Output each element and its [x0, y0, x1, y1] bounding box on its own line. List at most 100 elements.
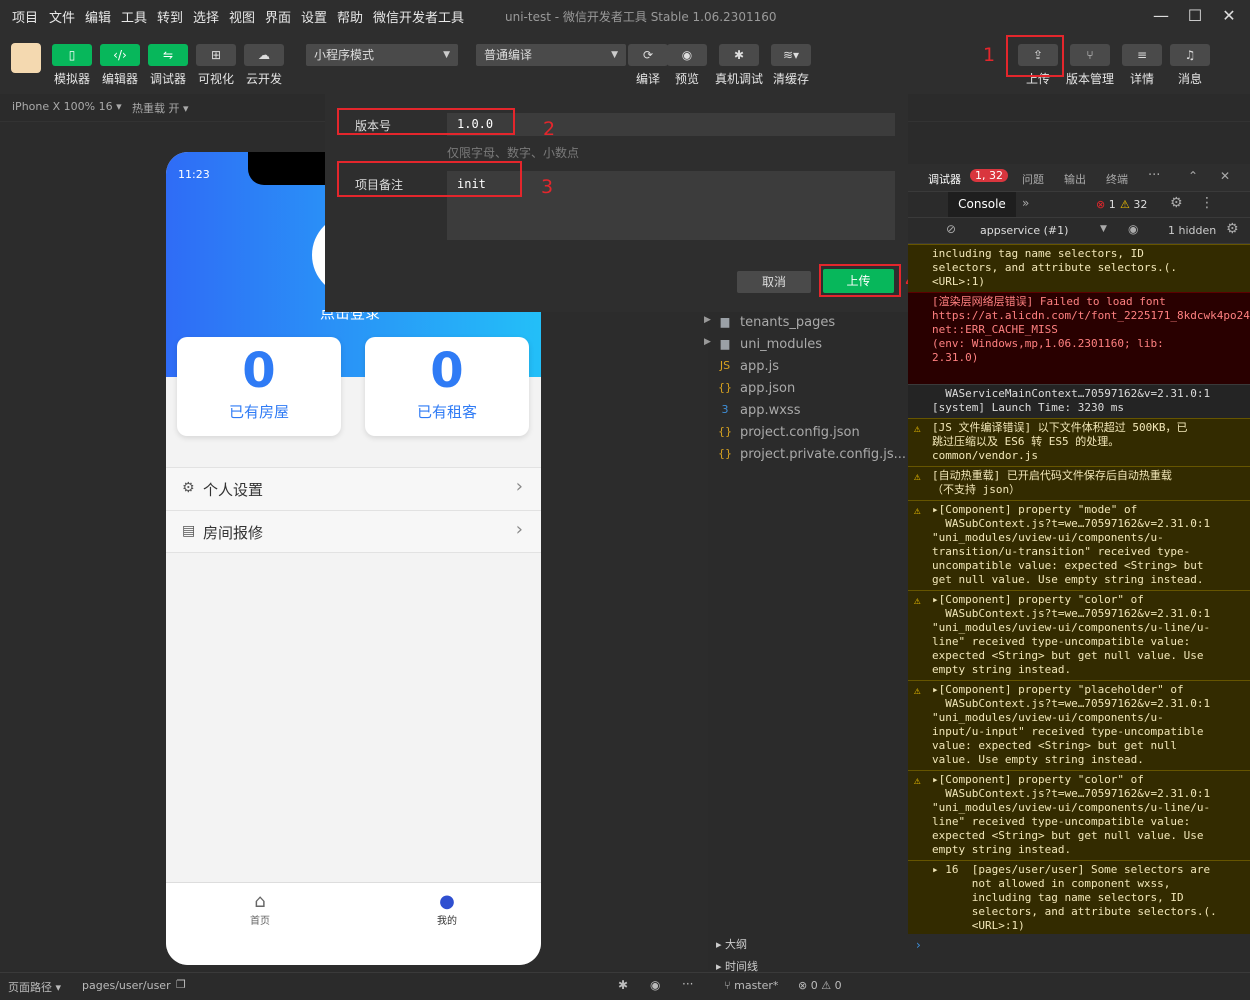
compile-select[interactable]: 普通编译 ▼ — [476, 44, 626, 66]
close-icon[interactable]: ✕ — [1220, 169, 1230, 183]
preview-button[interactable]: ◉ — [667, 44, 707, 66]
close-icon[interactable]: ✕ — [1214, 4, 1244, 28]
minimize-icon[interactable]: — — [1146, 4, 1176, 28]
chevron-right-icon: ▶ — [704, 315, 711, 325]
file-name: project.config.json — [740, 425, 860, 440]
stat-card-tenants[interactable]: 0 已有租客 — [365, 337, 529, 436]
folder-icon: ▆ — [720, 315, 730, 328]
console-prompt-icon[interactable]: › — [916, 938, 921, 952]
menu-select[interactable]: 选择 — [193, 7, 219, 26]
device-select[interactable]: iPhone X 100% 16 ▾ — [12, 100, 122, 113]
kebab-icon[interactable]: ⋮ — [1200, 195, 1214, 211]
layout-icon: ⊞ — [210, 48, 222, 62]
log-entry[interactable]: ▸ 16 [pages/user/user] Some selectors ar… — [908, 860, 1250, 934]
eye-icon[interactable]: ◉ — [650, 978, 660, 992]
clear-cache-button[interactable]: ≋▾ — [771, 44, 811, 66]
file-item[interactable]: 3 app.wxss — [722, 403, 801, 418]
block-icon[interactable]: ⊘ — [946, 222, 956, 236]
mode-select[interactable]: 小程序模式 ▼ — [306, 44, 458, 66]
css-file-icon: 3 — [721, 403, 729, 416]
copy-icon[interactable]: ❐ — [176, 978, 186, 991]
collapse-icon[interactable]: ⌃ — [1188, 169, 1198, 183]
file-item[interactable]: ▶ ▆ uni_modules — [704, 337, 822, 352]
tab-console[interactable]: Console — [948, 192, 1016, 217]
file-item[interactable]: {} project.config.json — [718, 425, 860, 440]
log-entry[interactable]: ⚠ ▸[Component] property "placeholder" of … — [908, 680, 1250, 770]
hotreload-select[interactable]: 热重载 开 ▾ — [132, 100, 189, 116]
branch-icon: ⑂ — [724, 979, 731, 992]
log-text: WAServiceMainContext…70597162&v=2.31.0:1… — [932, 387, 1211, 414]
log-entry[interactable]: ⚠ ▸[Component] property "color" of WASubC… — [908, 770, 1250, 860]
menu-help[interactable]: 帮助 — [337, 7, 363, 26]
page-path-select[interactable]: 页面路径 ▾ — [8, 979, 61, 995]
menu-interface[interactable]: 界面 — [265, 7, 291, 26]
tab-problems[interactable]: 问题 — [1022, 171, 1044, 187]
remote-debug-button[interactable]: ✱ — [719, 44, 759, 66]
double-chevron-icon[interactable]: » — [1022, 196, 1029, 210]
log-text: [JS 文件编译错误] 以下文件体积超过 500KB，已 跳过压缩以及 ES6 … — [932, 421, 1188, 462]
tab-mine[interactable]: ● 我的 — [417, 891, 477, 927]
warning-icon: ⚠ — [1120, 198, 1130, 211]
visual-button[interactable]: ⊞ — [196, 44, 236, 66]
file-item[interactable]: {} project.private.config.js... — [718, 447, 907, 462]
page-path: pages/user/user — [82, 979, 171, 992]
menu-wechat-devtools[interactable]: 微信开发者工具 — [373, 7, 464, 26]
menu-view[interactable]: 视图 — [229, 7, 255, 26]
remote-debug-label: 真机调试 — [714, 72, 763, 86]
compile-button[interactable]: ⟳ — [628, 44, 668, 66]
version-hint: 仅限字母、数字、小数点 — [447, 146, 580, 160]
debugger-button[interactable]: ⇋ — [148, 44, 188, 66]
sliders-icon: ⇋ — [162, 48, 174, 62]
json-file-icon: {} — [718, 447, 732, 460]
file-name: app.json — [740, 381, 796, 396]
outline-section[interactable]: ▸ 大纲 — [716, 936, 747, 952]
tab-home[interactable]: ⌂ 首页 — [230, 891, 290, 927]
maximize-icon[interactable]: ☐ — [1180, 4, 1210, 28]
file-name: project.private.config.js... — [740, 447, 907, 462]
file-item[interactable]: JS app.js — [720, 359, 779, 374]
simulator-button[interactable]: ▯ — [52, 44, 92, 66]
list-item-room-repair[interactable]: ▤ 房间报修 › — [166, 510, 541, 553]
stat-label: 已有租客 — [416, 403, 477, 421]
cloud-button[interactable]: ☁ — [244, 44, 284, 66]
debugger-label: 调试器 — [149, 72, 186, 86]
log-text: ▸[Component] property "color" of WASubCo… — [932, 773, 1211, 856]
menu-file[interactable]: 文件 — [49, 7, 75, 26]
user-icon: ● — [439, 891, 455, 912]
menu-project[interactable]: 项目 — [12, 7, 38, 26]
more-icon[interactable]: ··· — [682, 977, 693, 991]
list-item-personal-settings[interactable]: ⚙ 个人设置 › — [166, 467, 541, 510]
tab-output[interactable]: 输出 — [1064, 171, 1086, 187]
messages-button[interactable]: ♫ — [1170, 44, 1210, 66]
file-item[interactable]: {} app.json — [718, 381, 796, 396]
editor-button[interactable]: ‹/› — [100, 44, 140, 66]
log-entry[interactable]: ⚠ ▸[Component] property "mode" of WASubCo… — [908, 500, 1250, 590]
menu-goto[interactable]: 转到 — [157, 7, 183, 26]
log-entry[interactable]: ⚠ ▸[Component] property "color" of WASubC… — [908, 590, 1250, 680]
context-select[interactable]: appservice (#1) — [980, 224, 1068, 237]
eye-icon[interactable]: ◉ — [1128, 222, 1138, 236]
tab-terminal[interactable]: 终端 — [1106, 171, 1128, 187]
details-button[interactable]: ≡ — [1122, 44, 1162, 66]
menu-edit[interactable]: 编辑 — [85, 7, 111, 26]
stat-number: 0 — [242, 343, 276, 399]
cancel-button[interactable]: 取消 — [737, 271, 811, 293]
menu-settings[interactable]: 设置 — [301, 7, 327, 26]
git-branch[interactable]: ⑂ master* — [724, 979, 778, 992]
gear-icon[interactable]: ⚙ — [1226, 221, 1239, 237]
avatar[interactable] — [11, 43, 41, 73]
version-manage-button[interactable]: ⑂ — [1070, 44, 1110, 66]
file-item[interactable]: ▶ ▆ tenants_pages — [704, 315, 835, 330]
gear-icon[interactable]: ⚙ — [1170, 195, 1183, 211]
bug-icon[interactable]: ✱ — [618, 978, 628, 992]
more-icon[interactable]: ··· — [1148, 168, 1160, 183]
stat-card-houses[interactable]: 0 已有房屋 — [177, 337, 341, 436]
problem-counts[interactable]: ⊗ 0 ⚠ 0 — [798, 979, 842, 992]
tab-debugger[interactable]: 调试器 — [928, 171, 961, 187]
menu-tools[interactable]: 工具 — [121, 7, 147, 26]
chevron-right-icon: ▶ — [704, 337, 711, 347]
home-icon: ⌂ — [254, 891, 266, 912]
annotation-number-1: 1 — [983, 44, 996, 66]
error-icon: ⊗ — [1096, 198, 1106, 211]
menu-bar: 项目 文件 编辑 工具 转到 选择 视图 界面 设置 帮助 微信开发者工具 un… — [0, 0, 1250, 32]
